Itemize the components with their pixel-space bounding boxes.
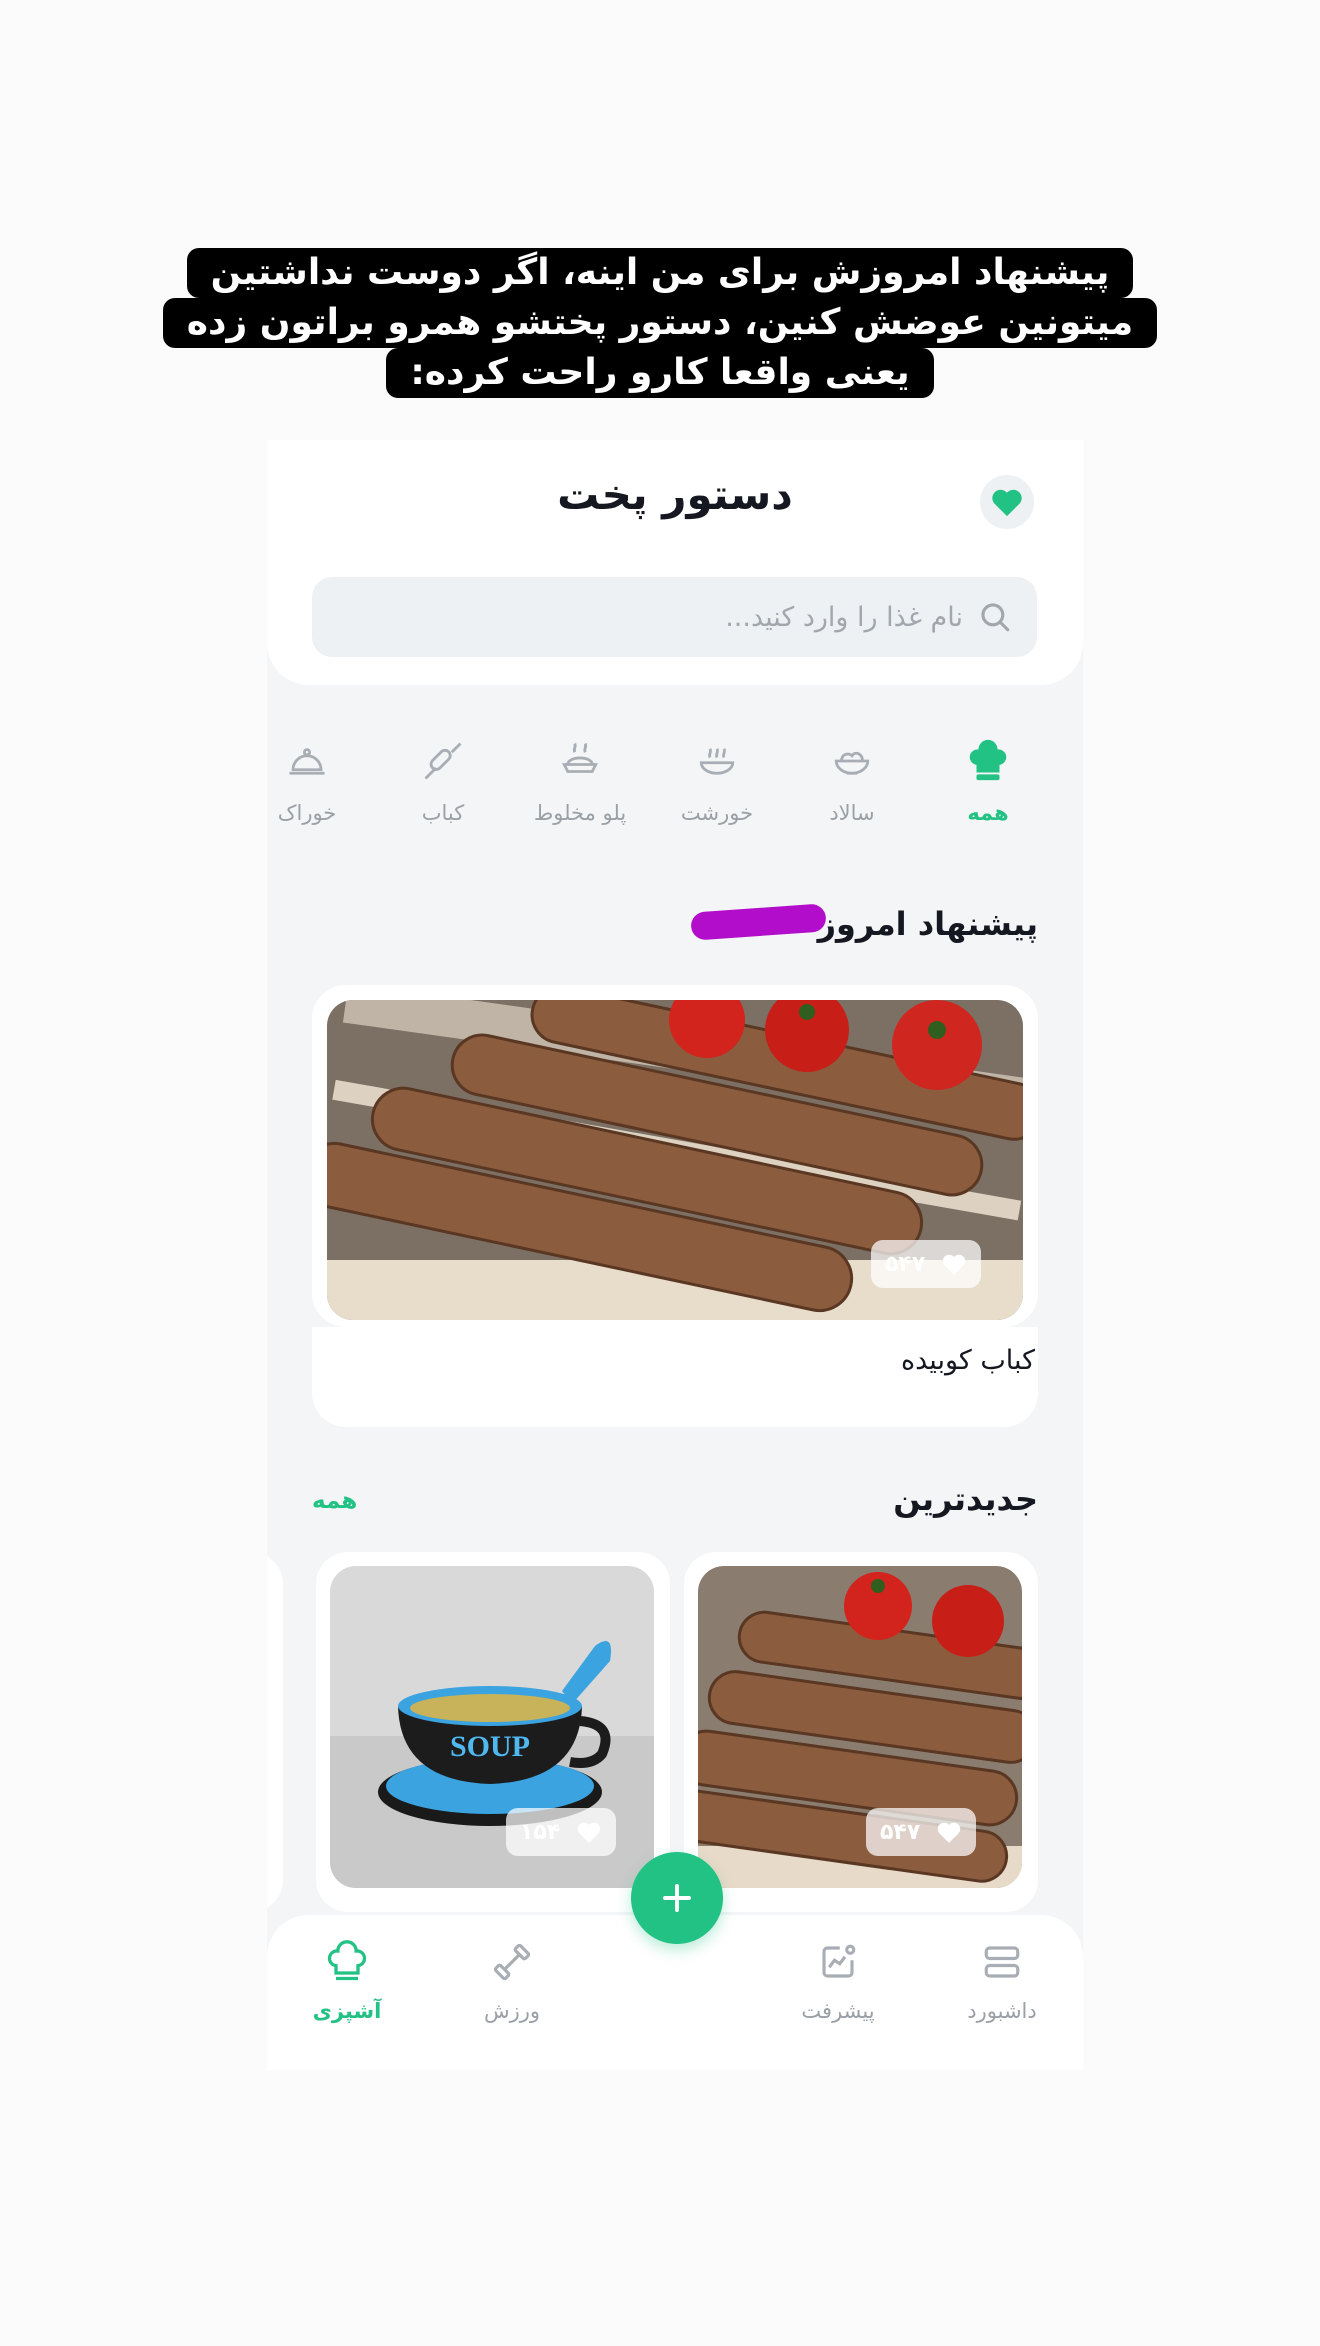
tab-dish[interactable]: خوراک [267, 735, 362, 825]
stew-pot-icon [699, 748, 735, 775]
favorites-button[interactable] [980, 475, 1034, 529]
nav-label: پیشرفت [801, 1999, 875, 2023]
tab-kebab[interactable]: کباب [388, 735, 498, 825]
search-input[interactable]: نام غذا را وارد کنید... [725, 602, 963, 633]
likes-badge: ۵۴۷ [866, 1808, 977, 1856]
caption-line-1: پیشنهاد امروزش برای من اینه، اگر دوست ند… [186, 248, 1134, 298]
nav-label: آشپزی [312, 1999, 382, 2023]
caption-overlay: پیشنهاد امروزش برای من اینه، اگر دوست ند… [0, 248, 1320, 398]
see-all-link[interactable]: همه [312, 1488, 357, 1514]
newest-section-title: جدیدترین [893, 1480, 1038, 1518]
search-icon [975, 597, 1015, 637]
soup-cup-photo: SOUP ۱۵۴ [330, 1566, 654, 1888]
nav-exercise[interactable]: ورزش [447, 1935, 577, 2023]
caption-line-3: یعنی واقعا کارو راحت کرده: [386, 348, 934, 398]
redaction-marker [690, 903, 827, 941]
kebab-photo: ۵۴۷ [327, 1000, 1023, 1320]
cup-label: SOUP [450, 1730, 530, 1763]
likes-count: ۵۴۷ [885, 1251, 926, 1277]
dumbbell-icon [493, 1943, 531, 1981]
featured-card-footer [312, 1327, 1038, 1427]
recipe-card[interactable]: SOUP ۱۵۴ [316, 1552, 670, 1912]
tab-all[interactable]: همه [933, 735, 1043, 825]
caption-line-2: میتونین عوضش کنین، دستور پختشو همرو برات… [162, 298, 1158, 348]
skewer-icon [424, 742, 462, 780]
heart-icon [943, 1254, 966, 1275]
nav-label: ورزش [483, 1999, 541, 2023]
tab-label: خورشت [680, 801, 754, 825]
nav-label: داشبورد [967, 1999, 1037, 2023]
nav-dashboard[interactable]: داشبورد [937, 1935, 1067, 2023]
add-button[interactable] [631, 1852, 723, 1944]
heart-icon [578, 1822, 601, 1843]
tab-salad[interactable]: سالاد [797, 735, 907, 825]
likes-count: ۱۵۴ [520, 1819, 561, 1845]
category-tabs: همه سالاد خورشت پلو مخلوط کباب خوراک [267, 735, 1083, 845]
tab-label: پلو مخلوط [533, 801, 627, 825]
likes-badge: ۱۵۴ [506, 1808, 617, 1856]
tab-mixed-rice[interactable]: پلو مخلوط [525, 735, 635, 825]
likes-count: ۵۴۷ [880, 1819, 921, 1845]
salad-bowl-icon [834, 751, 870, 775]
cloche-icon [289, 748, 325, 775]
tab-label: همه [967, 801, 1009, 825]
page-title: دستور پخت [557, 470, 793, 519]
header-card: دستور پخت نام غذا را وارد کنید... [267, 440, 1083, 685]
nav-cooking[interactable]: آشپزی [282, 1935, 412, 2023]
chef-hat-icon [969, 739, 1007, 781]
search-bar[interactable]: نام غذا را وارد کنید... [312, 577, 1037, 657]
likes-badge: ۵۴۷ [871, 1240, 982, 1288]
featured-recipe-name: کباب کوبیده [900, 1345, 1035, 1376]
plus-icon [663, 1884, 691, 1912]
nav-progress[interactable]: پیشرفت [773, 1935, 903, 2023]
progress-chart-icon [822, 1944, 856, 1978]
tab-label: خوراک [277, 801, 337, 825]
tab-label: کباب [421, 801, 465, 825]
heart-icon [992, 489, 1022, 517]
app-screen: دستور پخت نام غذا را وارد کنید... همه سا… [267, 440, 1083, 2070]
rice-dish-icon [561, 742, 599, 773]
recipe-card-partial[interactable] [267, 1552, 283, 1912]
recipe-card[interactable]: ۵۴۷ [684, 1552, 1038, 1912]
dashboard-icon [984, 1946, 1020, 1978]
today-section-title: پیشنهاد امروز [817, 905, 1038, 943]
kebab-photo: ۵۴۷ [698, 1566, 1022, 1888]
tab-label: سالاد [829, 801, 875, 825]
chef-hat-icon [327, 1940, 367, 1981]
heart-icon [938, 1822, 961, 1843]
tab-stew[interactable]: خورشت [662, 735, 772, 825]
featured-recipe-card[interactable]: ۵۴۷ [312, 985, 1038, 1327]
